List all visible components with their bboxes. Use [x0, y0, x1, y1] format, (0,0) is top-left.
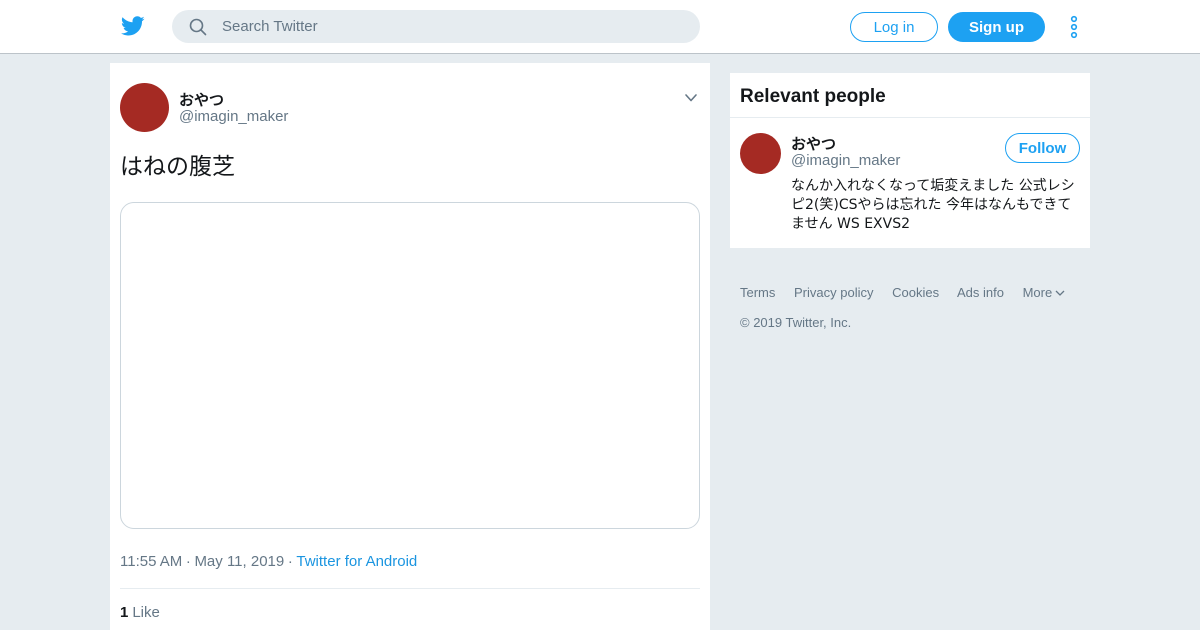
avatar[interactable]: [120, 83, 169, 132]
top-navigation-bar: Log in Sign up: [0, 0, 1200, 54]
tweet-card: おやつ @imagin_maker はねの腹芝 11:55 AM. May 11,…: [110, 63, 710, 630]
footer-link-ads-info[interactable]: Ads info: [957, 285, 1004, 300]
tweet-date: May 11, 2019: [194, 553, 285, 570]
tweet-metadata: 11:55 AM. May 11, 2019. Twitter for Androi…: [120, 550, 417, 570]
footer-link-more[interactable]: More: [1023, 285, 1066, 300]
copyright-notice: © 2019 Twitter, Inc.: [740, 315, 852, 330]
follow-button[interactable]: Follow: [1005, 133, 1080, 163]
footer-more-label: More: [1022, 285, 1053, 300]
author-handle[interactable]: @imagin_maker: [179, 108, 288, 125]
twitter-bird-icon[interactable]: [120, 14, 146, 38]
separator-dot: .: [186, 550, 191, 567]
vertical-dots-icon[interactable]: [1068, 15, 1080, 39]
signup-button[interactable]: Sign up: [948, 12, 1045, 42]
person-name[interactable]: おやつ: [791, 133, 836, 154]
like-label: Like: [132, 604, 160, 621]
relevant-people-panel: Relevant people おやつ @imagin_maker Follow…: [730, 73, 1090, 248]
footer-link-privacy[interactable]: Privacy policy: [794, 285, 873, 300]
avatar[interactable]: [740, 133, 781, 174]
search-icon: [189, 18, 207, 36]
like-count: 1: [120, 604, 129, 621]
footer-link-cookies[interactable]: Cookies: [892, 285, 939, 300]
divider: [730, 117, 1090, 118]
separator-dot: .: [288, 550, 293, 567]
tweet-text: はねの腹芝: [120, 154, 235, 180]
footer-link-terms[interactable]: Terms: [740, 285, 775, 300]
search-box[interactable]: [172, 10, 700, 43]
tweet-source-link[interactable]: Twitter for Android: [296, 553, 417, 570]
divider: [120, 588, 700, 589]
person-bio: なんか入れなくなって垢変えました 公式レシピ2(笑)CSやらは忘れた 今年はなん…: [791, 178, 1075, 232]
tweet-time: 11:55 AM: [120, 553, 183, 570]
chevron-down-icon[interactable]: [684, 91, 698, 105]
search-input[interactable]: [222, 10, 682, 43]
footer-links: Terms Privacy policy Cookies Ads info Mo…: [740, 285, 1065, 300]
panel-title: Relevant people: [740, 86, 886, 107]
author-name[interactable]: おやつ: [179, 89, 224, 110]
media-preview[interactable]: [120, 202, 700, 529]
chevron-down-icon: [1055, 290, 1065, 296]
like-stats[interactable]: 1 Like: [120, 604, 160, 621]
login-button[interactable]: Log in: [850, 12, 938, 42]
person-handle[interactable]: @imagin_maker: [791, 152, 900, 169]
